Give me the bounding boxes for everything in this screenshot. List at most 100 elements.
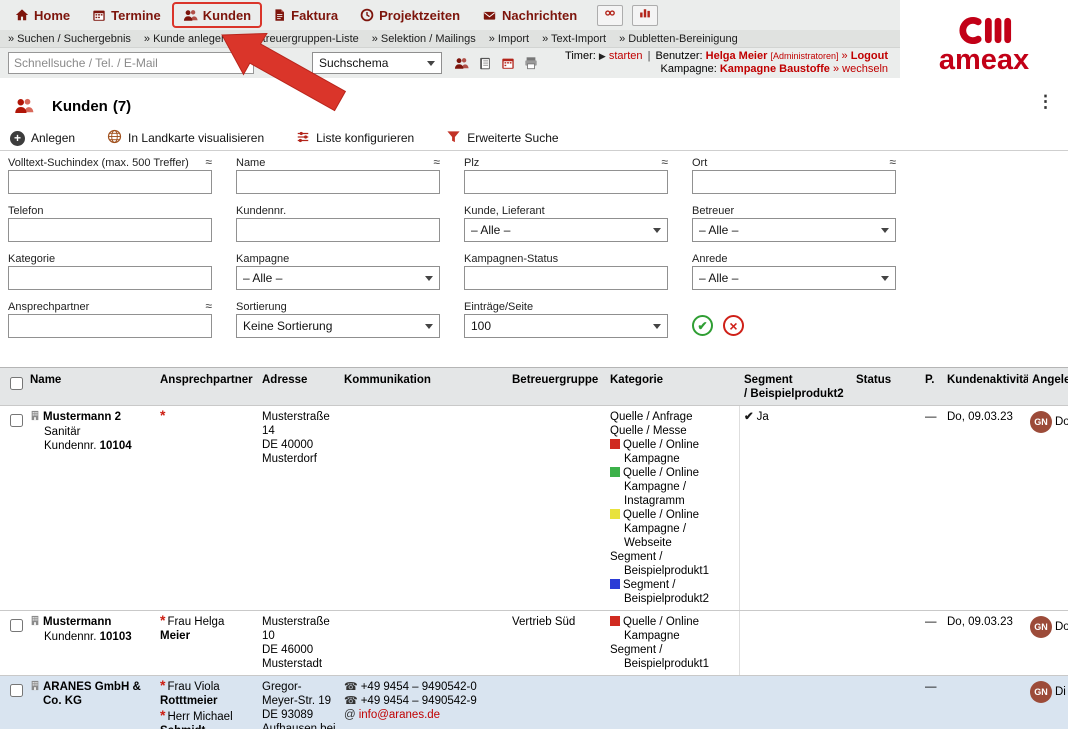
chevron-down-icon: [653, 228, 661, 233]
filter-sortierung-select[interactable]: Keine Sortierung: [236, 314, 440, 338]
customer-name-link[interactable]: ARANES GmbH & Co. KG: [43, 680, 152, 708]
kategorie-swatch: [610, 439, 620, 449]
row-checkbox[interactable]: [10, 684, 23, 697]
contacts-icon[interactable]: [454, 56, 469, 71]
links-button[interactable]: [597, 5, 623, 26]
filter-anrede-select[interactable]: – Alle –: [692, 266, 896, 290]
adresse-cell: Musterstraße 10 DE 46000 Musterstadt: [258, 611, 340, 675]
approx-icon: ≈: [433, 155, 440, 169]
filter-kategorie-input[interactable]: [8, 266, 212, 290]
filter-kampagne-select[interactable]: – Alle –: [236, 266, 440, 290]
user-role: [Administratoren]: [770, 51, 838, 61]
kommunikation-cell: [340, 406, 508, 610]
customer-name-link[interactable]: Mustermann: [43, 615, 111, 629]
home-icon: [15, 8, 29, 22]
email-link[interactable]: info@aranes.de: [359, 709, 440, 721]
apply-filter-button[interactable]: ✔: [692, 315, 713, 336]
nav-kunden[interactable]: Kunden: [172, 2, 262, 28]
filter-betreuer-select[interactable]: – Alle –: [692, 218, 896, 242]
filter-betreuer: Betreuer – Alle –: [692, 203, 896, 242]
contact-marker-icon: *: [160, 612, 165, 628]
kebab-menu-icon[interactable]: ⋮: [1037, 92, 1054, 112]
landkarte-button[interactable]: In Landkarte visualisieren: [107, 129, 264, 147]
kategorie-swatch: [610, 509, 620, 519]
select-all-checkbox[interactable]: [10, 377, 23, 390]
subnav-suchen[interactable]: » Suchen / Suchergebnis: [8, 33, 131, 45]
nav-nachrichten[interactable]: Nachrichten: [471, 0, 588, 30]
nav-home-label: Home: [34, 8, 70, 23]
logout-link[interactable]: Logout: [851, 50, 888, 62]
filter-volltext-input[interactable]: [8, 170, 212, 194]
filter-kampagnen-status: Kampagnen-Status: [464, 251, 668, 290]
page-header: Kunden (7) ⋮: [0, 92, 1068, 120]
filter-kunde-lieferant-select[interactable]: – Alle –: [464, 218, 668, 242]
subnav-text-import[interactable]: » Text-Import: [542, 33, 606, 45]
subnav-kunde-anlegen[interactable]: » Kunde anlegen: [144, 33, 227, 45]
filter-kundennr-input[interactable]: [236, 218, 440, 242]
betreuergruppe-cell: [508, 676, 606, 729]
column-header-angelegt: Angelegt: [1028, 368, 1068, 405]
filter-telefon: Telefon: [8, 203, 212, 242]
phonebook-icon[interactable]: [478, 56, 492, 71]
filter-telefon-input[interactable]: [8, 218, 212, 242]
quick-search-input[interactable]: [8, 52, 254, 74]
filter-kampagnen-status-input[interactable]: [464, 266, 668, 290]
liste-konfigurieren-button[interactable]: Liste konfigurieren: [296, 130, 414, 147]
table-row[interactable]: Mustermann 2 Sanitär Kundennr. 10104 * M…: [0, 405, 1068, 610]
nav-projektzeiten[interactable]: Projektzeiten: [349, 0, 471, 30]
nav-nachrichten-label: Nachrichten: [502, 8, 577, 23]
statistics-button[interactable]: [632, 5, 658, 26]
filter-kundennr: Kundennr.: [236, 203, 440, 242]
table-row[interactable]: Mustermann Kundennr. 10103 *Frau Helga M…: [0, 610, 1068, 675]
subnav-import[interactable]: » Import: [489, 33, 529, 45]
ansprechpartner-cell: *Frau Viola Rotttmeier *Herr Michael Sch…: [156, 676, 258, 729]
phone-icon: ☎: [344, 695, 358, 707]
user-name-link[interactable]: Helga Meier: [706, 50, 768, 62]
anlegen-button[interactable]: + Anlegen: [10, 131, 75, 146]
kategorie-entry: Quelle / Online Kampagne: [610, 615, 735, 643]
filter-plz-input[interactable]: [464, 170, 668, 194]
print-list-icon[interactable]: [524, 56, 538, 70]
filter-ansprechpartner-input[interactable]: [8, 314, 212, 338]
nav-faktura[interactable]: Faktura: [262, 0, 349, 30]
subnav-selektion-mailings[interactable]: » Selektion / Mailings: [372, 33, 476, 45]
reset-filter-button[interactable]: ×: [723, 315, 744, 336]
filter-volltext: Volltext-Suchindex (max. 500 Treffer)≈: [8, 155, 212, 194]
subnav-dubletten-bereinigung[interactable]: » Dubletten-Bereinigung: [619, 33, 738, 45]
filter-telefon-label: Telefon: [8, 205, 43, 217]
nav-home[interactable]: Home: [4, 0, 81, 30]
filter-eintraege-select[interactable]: 100: [464, 314, 668, 338]
filter-ort-input[interactable]: [692, 170, 896, 194]
customer-number: Kundennr. 10104: [30, 439, 152, 453]
campaign-switch-link[interactable]: wechseln: [842, 63, 888, 75]
filter-name-input[interactable]: [236, 170, 440, 194]
nav-termine-label: Termine: [111, 8, 161, 23]
plus-icon: +: [10, 131, 25, 146]
company-icon: [30, 680, 40, 695]
kategorie-cell: Quelle / Anfrage Quelle / Messe Quelle /…: [606, 406, 740, 610]
kategorie-swatch: [610, 467, 620, 477]
sliders-icon: [296, 130, 310, 147]
row-checkbox[interactable]: [10, 414, 23, 427]
kategorie-cell: [606, 676, 740, 729]
column-header-name: Name: [26, 368, 156, 405]
nav-termine[interactable]: Termine: [81, 0, 172, 30]
customer-name-link[interactable]: Mustermann 2: [43, 410, 121, 424]
betreuergruppe-cell: Vertrieb Süd: [508, 611, 606, 675]
table-row[interactable]: ARANES GmbH & Co. KG *Frau Viola Rotttme…: [0, 675, 1068, 729]
birthday-list-icon[interactable]: [501, 56, 515, 70]
action-toolbar: + Anlegen In Landkarte visualisieren Lis…: [0, 126, 1068, 151]
timer-start-link[interactable]: starten: [609, 50, 643, 62]
record-count: (7): [113, 98, 131, 115]
top-navigation: Home Termine Kunden Faktura Projektzeite…: [0, 0, 900, 30]
chevron-down-icon: [881, 228, 889, 233]
erweiterte-suche-button[interactable]: Erweiterte Suche: [446, 129, 558, 147]
row-checkbox[interactable]: [10, 619, 23, 632]
filter-name: Name≈: [236, 155, 440, 194]
suchschema-select[interactable]: Suchschema: [312, 52, 442, 74]
campaign-name-link[interactable]: Kampagne Baustoffe: [720, 63, 830, 75]
filter-kategorie-label: Kategorie: [8, 253, 55, 265]
subnav-betreuergruppen-liste[interactable]: » Betreuergruppen-Liste: [240, 33, 359, 45]
chevron-down-icon: [425, 276, 433, 281]
angelegt-text: Di: [1055, 680, 1066, 699]
